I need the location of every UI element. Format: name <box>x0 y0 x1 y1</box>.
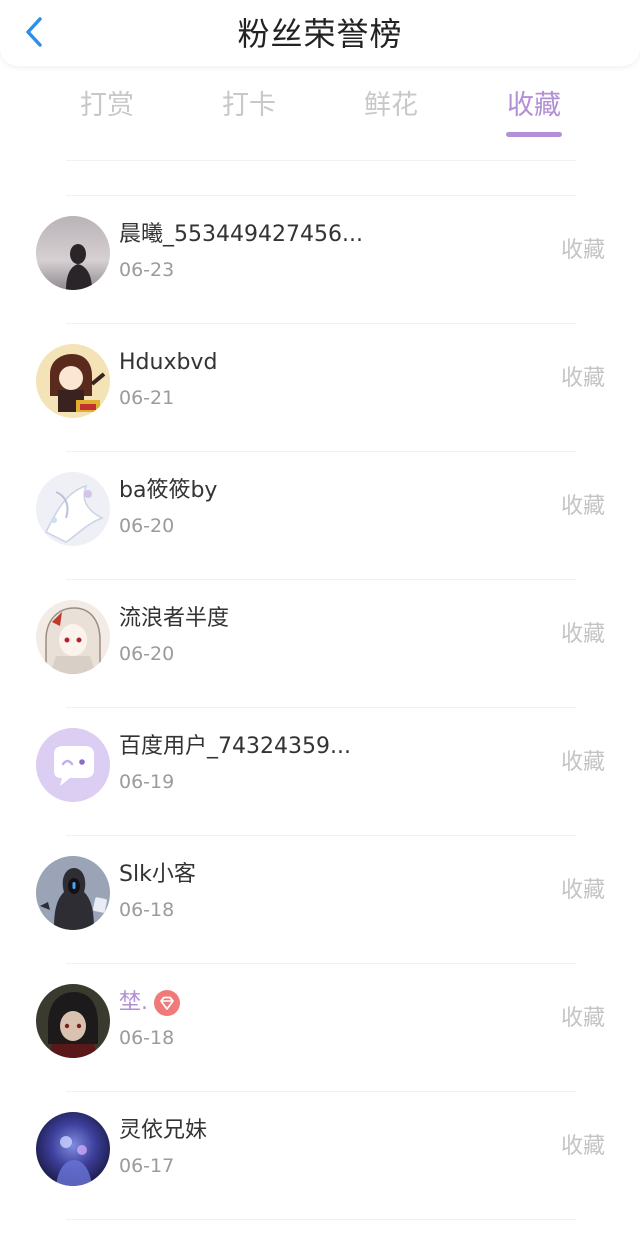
favorite-label: 收藏 <box>560 1006 605 1031</box>
fan-date: 06-23 <box>119 259 175 281</box>
fan-name: Slk小客 <box>119 862 196 887</box>
fan-name: 灵依兄妹 <box>119 1118 208 1143</box>
fan-name: Hduxbvd <box>119 350 218 375</box>
avatar-blue-night[interactable] <box>36 1112 110 1186</box>
fan-row[interactable]: 流浪者半度 06-20 收藏 <box>0 580 640 708</box>
fan-row[interactable]: ba筱筱by 06-20 收藏 <box>0 452 640 580</box>
fan-name: 晨曦_553449427456... <box>119 222 363 247</box>
diamond-badge-icon <box>154 990 180 1016</box>
favorite-label: 收藏 <box>560 878 605 903</box>
avatar-default-chat[interactable] <box>36 728 110 802</box>
fan-row[interactable]: Hduxbvd 06-21 收藏 <box>0 324 640 452</box>
fan-row[interactable]: 灵依兄妹 06-17 收藏 <box>0 1092 640 1220</box>
fan-name: 流浪者半度 <box>119 606 230 631</box>
fan-list: 晨曦_553449427456... 06-23 收藏 Hduxbvd 06-2… <box>0 196 640 1220</box>
tab-reward[interactable]: 打赏 <box>62 86 152 126</box>
tab-checkin[interactable]: 打卡 <box>204 86 294 126</box>
avatar-white-dragon[interactable] <box>36 472 110 546</box>
tab-bar: 打赏 打卡 鲜花 收藏 <box>0 80 640 144</box>
avatar-cartoon-girl[interactable] <box>36 344 110 418</box>
avatar-anime-girl[interactable] <box>36 600 110 674</box>
fan-date: 06-18 <box>119 899 175 921</box>
fan-date: 06-18 <box>119 1027 175 1049</box>
favorite-label: 收藏 <box>560 750 605 775</box>
fan-row[interactable]: 埜. 06-18 收藏 <box>0 964 640 1092</box>
fan-date: 06-21 <box>119 387 175 409</box>
favorite-label: 收藏 <box>560 622 605 647</box>
fan-date: 06-20 <box>119 515 175 537</box>
fan-date: 06-20 <box>119 643 175 665</box>
row-divider <box>66 1219 576 1220</box>
fan-date: 06-19 <box>119 771 175 793</box>
fan-name: 百度用户_74324359... <box>119 734 351 759</box>
fan-name-vip: 埜. <box>119 988 180 1018</box>
fan-name: ba筱筱by <box>119 478 218 503</box>
fan-row[interactable]: 百度用户_74324359... 06-19 收藏 <box>0 708 640 836</box>
top-divider <box>66 160 576 161</box>
fan-row[interactable]: 晨曦_553449427456... 06-23 收藏 <box>0 196 640 324</box>
avatar-dark-anime[interactable] <box>36 984 110 1058</box>
favorite-label: 收藏 <box>560 1134 605 1159</box>
avatar-hooded-figure[interactable] <box>36 856 110 930</box>
app-header: 粉丝荣誉榜 <box>0 0 640 66</box>
fan-date: 06-17 <box>119 1155 175 1177</box>
active-tab-indicator <box>506 132 562 137</box>
favorite-label: 收藏 <box>560 238 605 263</box>
fan-name-text: 埜. <box>119 990 148 1015</box>
page-title: 粉丝荣誉榜 <box>237 15 403 53</box>
tab-flowers[interactable]: 鲜花 <box>346 86 436 126</box>
favorite-label: 收藏 <box>560 366 605 391</box>
tab-favorites[interactable]: 收藏 <box>489 86 579 126</box>
favorite-label: 收藏 <box>560 494 605 519</box>
fan-row[interactable]: Slk小客 06-18 收藏 <box>0 836 640 964</box>
avatar-silhouette[interactable] <box>36 216 110 290</box>
